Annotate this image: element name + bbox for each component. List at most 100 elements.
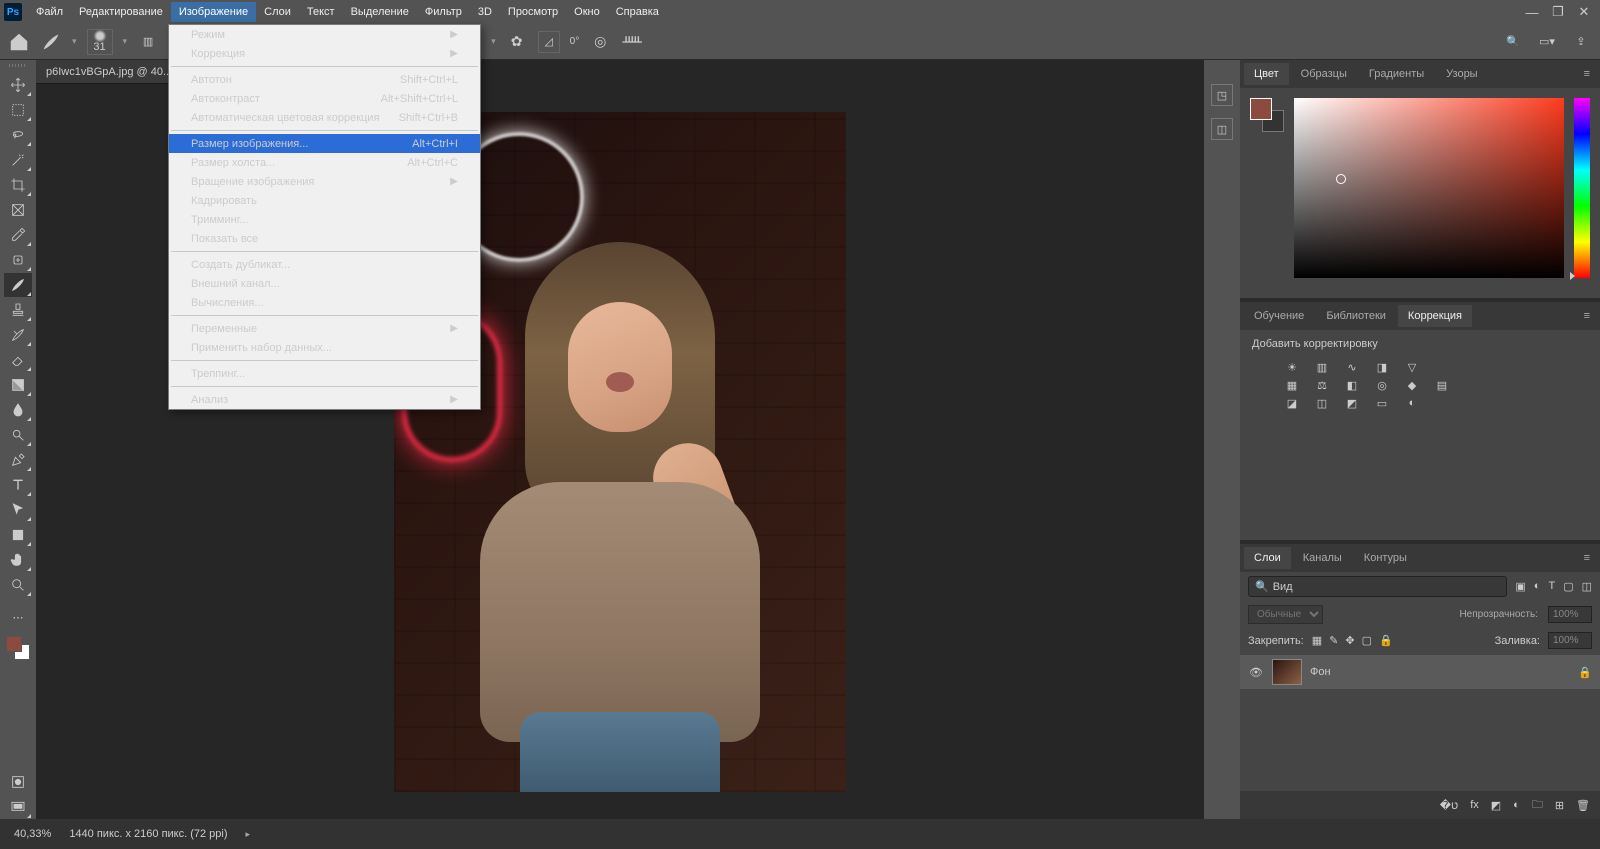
blend-mode-select[interactable]: Обычные	[1248, 605, 1323, 624]
balance-icon[interactable]: ⚖	[1312, 376, 1332, 394]
magic-wand-tool[interactable]	[4, 148, 32, 172]
menu-item-вычисления---[interactable]: Вычисления...	[169, 293, 480, 312]
threshold-icon[interactable]: ◩	[1342, 394, 1362, 412]
photo-filter-icon[interactable]: ◎	[1372, 376, 1392, 394]
menu-item-автоматическая-цветовая-коррекция[interactable]: Автоматическая цветовая коррекцияShift+C…	[169, 108, 480, 127]
angle-dial[interactable]: ◿	[538, 31, 560, 53]
visibility-icon[interactable]: 👁	[1248, 666, 1264, 679]
properties-panel-icon[interactable]: ◫	[1211, 118, 1233, 140]
panel-menu-icon[interactable]: ≡	[1578, 552, 1596, 564]
frame-tool[interactable]	[4, 198, 32, 222]
bw-icon[interactable]: ◧	[1342, 376, 1362, 394]
menu-3d[interactable]: 3D	[470, 2, 500, 22]
tab-swatches[interactable]: Образцы	[1291, 63, 1357, 85]
filter-type-icon[interactable]: T	[1548, 580, 1555, 593]
saturation-field[interactable]	[1294, 98, 1564, 278]
menu-select[interactable]: Выделение	[343, 2, 417, 22]
palette-grip[interactable]	[8, 64, 28, 70]
menu-item-размер-холста---[interactable]: Размер холста...Alt+Ctrl+C	[169, 153, 480, 172]
menu-item-автотон[interactable]: АвтотонShift+Ctrl+L	[169, 70, 480, 89]
color-swatches[interactable]	[4, 634, 32, 662]
tab-gradients[interactable]: Градиенты	[1359, 63, 1434, 85]
crop-tool[interactable]	[4, 173, 32, 197]
tab-paths[interactable]: Контуры	[1354, 547, 1417, 569]
fill-input[interactable]	[1548, 632, 1592, 649]
posterize-icon[interactable]: ◫	[1312, 394, 1332, 412]
gradient-map-icon[interactable]: ▭	[1372, 394, 1392, 412]
new-fill-icon[interactable]: ◐	[1513, 799, 1520, 811]
dodge-tool[interactable]	[4, 423, 32, 447]
layer-thumbnail[interactable]	[1272, 659, 1302, 685]
menu-help[interactable]: Справка	[608, 2, 667, 22]
layer-row[interactable]: 👁 Фон 🔒	[1240, 655, 1600, 689]
menu-window[interactable]: Окно	[566, 2, 608, 22]
layer-mask-icon[interactable]: ◩	[1491, 799, 1501, 812]
menu-item-коррекция[interactable]: Коррекция▶	[169, 44, 480, 63]
menu-item-автоконтраст[interactable]: АвтоконтрастAlt+Shift+Ctrl+L	[169, 89, 480, 108]
lock-position-icon[interactable]: ✥	[1345, 634, 1354, 647]
brush-tool-icon[interactable]	[40, 31, 62, 53]
lock-pixels-icon[interactable]: ▦	[1312, 634, 1322, 647]
maximize-button[interactable]: ❐	[1546, 3, 1570, 21]
tab-libraries[interactable]: Библиотеки	[1316, 305, 1396, 327]
tab-patterns[interactable]: Узоры	[1436, 63, 1487, 85]
color-lookup-icon[interactable]: ▤	[1432, 376, 1452, 394]
eraser-tool[interactable]	[4, 348, 32, 372]
menu-edit[interactable]: Редактирование	[71, 2, 171, 22]
hand-tool[interactable]	[4, 548, 32, 572]
hue-slider[interactable]	[1574, 98, 1590, 278]
panel-menu-icon[interactable]: ≡	[1578, 68, 1596, 80]
stamp-tool[interactable]	[4, 298, 32, 322]
filter-shape-icon[interactable]: ▢	[1563, 580, 1573, 593]
layer-style-icon[interactable]: fx	[1470, 799, 1479, 811]
invert-icon[interactable]: ◪	[1282, 394, 1302, 412]
healing-tool[interactable]	[4, 248, 32, 272]
menu-text[interactable]: Текст	[299, 2, 343, 22]
screen-mode-toggle[interactable]	[4, 795, 32, 819]
home-icon[interactable]	[8, 31, 30, 53]
doc-dimensions[interactable]: 1440 пикс. x 2160 пикс. (72 ppi)	[69, 828, 227, 840]
delete-layer-icon[interactable]: 🗑	[1576, 799, 1590, 812]
opacity-input[interactable]	[1548, 606, 1592, 623]
brush-panel-icon[interactable]: ▥	[137, 31, 159, 53]
lock-brush-icon[interactable]: ✎	[1329, 634, 1338, 647]
channel-mixer-icon[interactable]: ◆	[1402, 376, 1422, 394]
status-menu-arrow[interactable]: ▸	[246, 829, 251, 840]
menu-item-вращение-изображения[interactable]: Вращение изображения▶	[169, 172, 480, 191]
lasso-tool[interactable]	[4, 123, 32, 147]
selective-color-icon[interactable]: ◐	[1402, 394, 1422, 412]
workspace-icon[interactable]: ▭▾	[1536, 31, 1558, 53]
tablet-pressure-icon[interactable]: ◎	[589, 31, 611, 53]
menu-file[interactable]: Файл	[28, 2, 71, 22]
filter-smart-icon[interactable]: ◫	[1582, 580, 1592, 593]
blur-tool[interactable]	[4, 398, 32, 422]
gear-icon[interactable]: ✿	[506, 31, 528, 53]
share-icon[interactable]: ⇪	[1570, 31, 1592, 53]
history-panel-icon[interactable]: ◳	[1211, 84, 1233, 106]
minimize-button[interactable]: —	[1520, 3, 1544, 21]
path-select-tool[interactable]	[4, 498, 32, 522]
menu-layers[interactable]: Слои	[256, 2, 299, 22]
zoom-tool[interactable]	[4, 573, 32, 597]
symmetry-icon[interactable]: ᚊ	[621, 31, 643, 53]
color-cursor[interactable]	[1336, 174, 1346, 184]
close-button[interactable]: ✕	[1572, 3, 1596, 21]
layer-filter-select[interactable]: 🔍Вид	[1248, 576, 1507, 597]
tab-layers[interactable]: Слои	[1244, 547, 1291, 569]
panel-swatches[interactable]	[1250, 98, 1284, 132]
history-brush-tool[interactable]	[4, 323, 32, 347]
gradient-tool[interactable]	[4, 373, 32, 397]
menu-item-анализ[interactable]: Анализ▶	[169, 390, 480, 409]
angle-value[interactable]: 0°	[570, 36, 580, 47]
search-icon[interactable]: 🔍	[1502, 31, 1524, 53]
lock-all-icon[interactable]: 🔒	[1379, 634, 1393, 647]
menu-image[interactable]: Изображение	[171, 2, 256, 22]
edit-toolbar[interactable]: ⋯	[4, 605, 32, 629]
marquee-tool[interactable]	[4, 98, 32, 122]
lock-artboard-icon[interactable]: ▢	[1362, 634, 1372, 647]
brush-tool[interactable]	[4, 273, 32, 297]
pen-tool[interactable]	[4, 448, 32, 472]
menu-view[interactable]: Просмотр	[500, 2, 566, 22]
menu-item-тримминг---[interactable]: Тримминг...	[169, 210, 480, 229]
layer-name[interactable]: Фон	[1310, 666, 1331, 678]
